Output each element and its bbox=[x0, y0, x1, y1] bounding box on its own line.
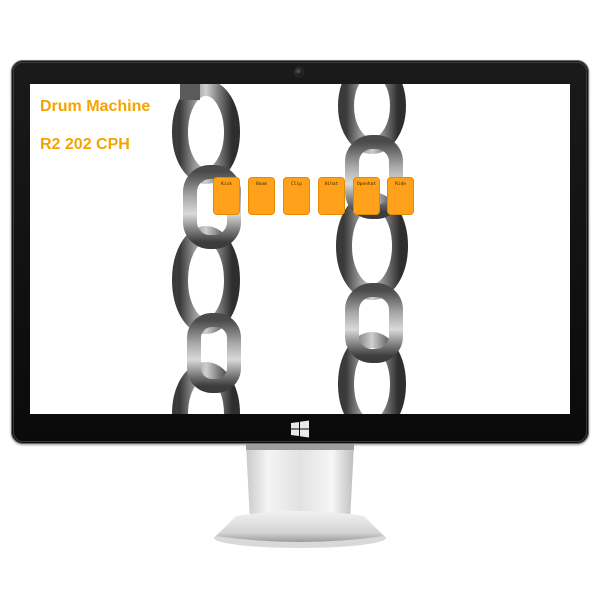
webcam-icon bbox=[295, 68, 303, 76]
monitor-stand-base bbox=[214, 511, 386, 548]
left-chain bbox=[172, 84, 241, 414]
drum-pad-boom[interactable]: Boom bbox=[249, 178, 274, 214]
app-title: Drum Machine bbox=[40, 98, 151, 115]
drum-pad-clip[interactable]: Clip bbox=[284, 178, 309, 214]
drum-pad-label: Boom bbox=[256, 182, 267, 187]
drum-pad-hihat[interactable]: Hihat bbox=[319, 178, 344, 214]
drum-pad-kick[interactable]: Kick bbox=[214, 178, 239, 214]
drum-pad-label: Clip bbox=[291, 182, 302, 187]
monitor-mockup: Drum Machine R2 202 CPH Kick Boom Clip H… bbox=[0, 0, 600, 600]
drum-pad-ride[interactable]: Ride bbox=[388, 178, 413, 214]
app-subtitle: R2 202 CPH bbox=[40, 136, 130, 153]
windows-logo-icon bbox=[291, 420, 309, 438]
drum-pad-label: Kick bbox=[221, 182, 232, 187]
drum-pad-openhat[interactable]: Openhat bbox=[354, 178, 379, 214]
drum-pad-label: Openhat bbox=[357, 182, 376, 187]
right-chain bbox=[336, 84, 408, 414]
drum-pad-label: Ride bbox=[395, 182, 406, 187]
drum-pads: Kick Boom Clip Hihat Openhat Ride bbox=[214, 178, 414, 214]
monitor-screen: Drum Machine R2 202 CPH Kick Boom Clip H… bbox=[30, 84, 570, 414]
drum-pad-label: Hihat bbox=[324, 182, 339, 187]
steel-chains-image bbox=[172, 84, 408, 414]
